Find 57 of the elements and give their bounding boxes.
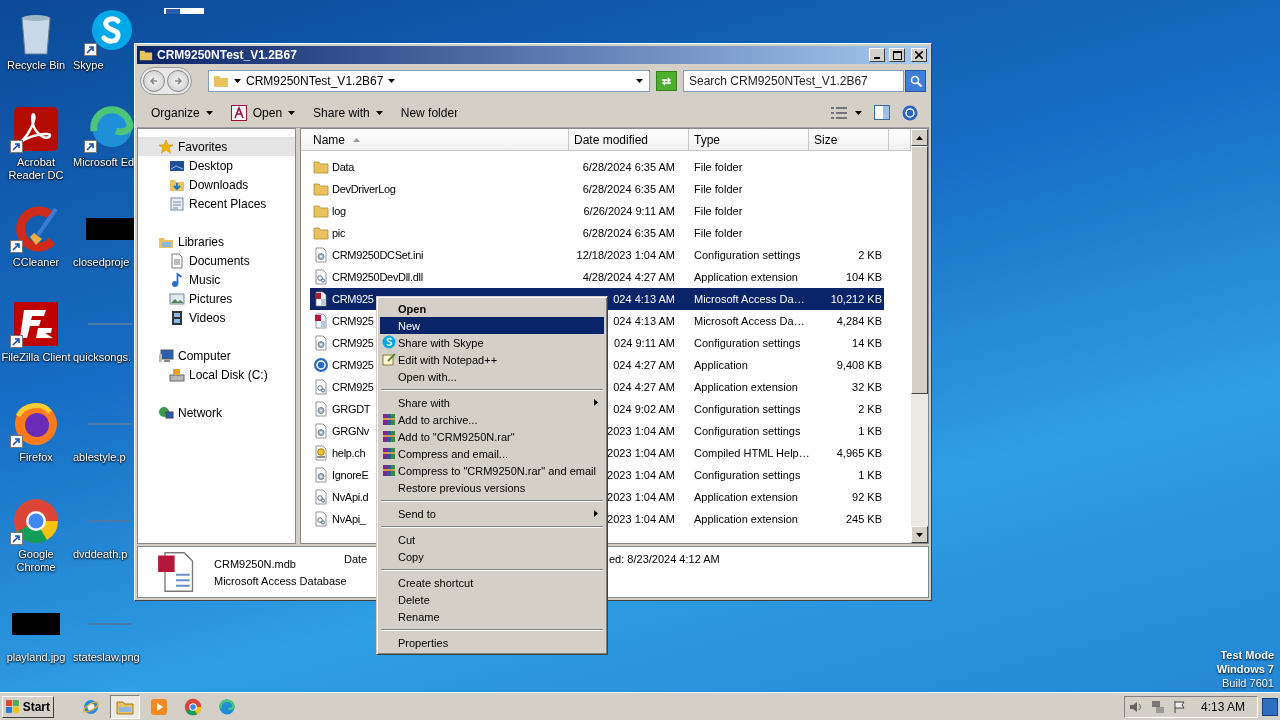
build-info-text: Build 7601 [1222,676,1274,690]
clock: 4:13 AM [1199,699,1246,714]
build-info-text: Windows 7 [1216,662,1274,676]
size-cell: 104 KB [845,271,882,283]
date-cell: 6/26/2024 9:11 AM [583,205,675,217]
date-cell: 6/28/2024 6:35 AM [582,183,675,195]
date-cell: 12/18/2023 1:04 AM [576,249,675,261]
type-cell: File folder [694,183,743,195]
size-cell: 4,284 KB [836,315,882,327]
type-cell: Configuration settings [694,249,801,261]
size-cell: 1 KB [858,425,882,437]
type-cell: Application [694,359,748,371]
type-cell: Application extension [694,513,798,525]
date-cell: 024 4:27 AM [613,359,675,371]
type-cell: Application extension [694,381,798,393]
date-cell: 024 4:13 AM [613,315,675,327]
date-cell: 024 4:27 AM [613,381,675,393]
size-cell: 2 KB [858,403,882,415]
type-cell: Microsoft Access Da… [694,315,805,327]
detail-value: ed: 8/23/2024 4:12 AM [609,553,720,565]
date-cell: 2023 1:04 AM [607,447,675,459]
date-cell: 2023 1:04 AM [607,513,675,525]
file-name: CRM9250N.mdb [214,557,296,570]
date-cell: 2023 1:04 AM [607,425,675,437]
type-cell: File folder [694,227,743,239]
date-cell: 6/28/2024 6:35 AM [582,227,675,239]
type-cell: Application extension [694,491,798,503]
type-cell: Microsoft Access Da… [694,293,805,305]
file-type: Microsoft Access Database [214,574,347,587]
size-cell: 10,212 KB [830,293,882,305]
size-cell: 9,408 KB [836,359,882,371]
type-cell: Configuration settings [694,337,801,349]
size-cell: 1 KB [858,469,882,481]
date-cell: 2023 1:04 AM [607,491,675,503]
type-cell: Configuration settings [694,403,801,415]
build-info-text: Test Mode [1220,648,1274,662]
type-cell: Compiled HTML Help… [694,447,810,459]
size-cell: 4,965 KB [836,447,882,459]
size-cell: 32 KB [852,381,882,393]
type-cell: File folder [694,205,743,217]
size-cell: 245 KB [845,513,882,525]
date-cell: 4/28/2024 4:27 AM [582,271,675,283]
type-cell: Configuration settings [694,469,801,481]
date-cell: 024 9:02 AM [613,403,675,415]
type-cell: Configuration settings [694,425,801,437]
size-cell: 2 KB [858,249,882,261]
date-cell: 024 9:11 AM [614,337,675,349]
detail-label: Date [344,553,368,565]
type-cell: File folder [694,161,743,173]
window-title: CRM9250NTest_V1.2B67 [157,48,298,62]
date-cell: 024 4:13 AM [613,293,675,305]
size-cell: 92 KB [852,491,882,503]
type-cell: Application extension [694,271,798,283]
date-cell: 6/28/2024 6:35 AM [582,161,675,173]
date-cell: 2023 1:04 AM [607,469,675,481]
address-path: CRM9250NTest_V1.2B67 [246,74,384,88]
size-cell: 14 KB [852,337,882,349]
